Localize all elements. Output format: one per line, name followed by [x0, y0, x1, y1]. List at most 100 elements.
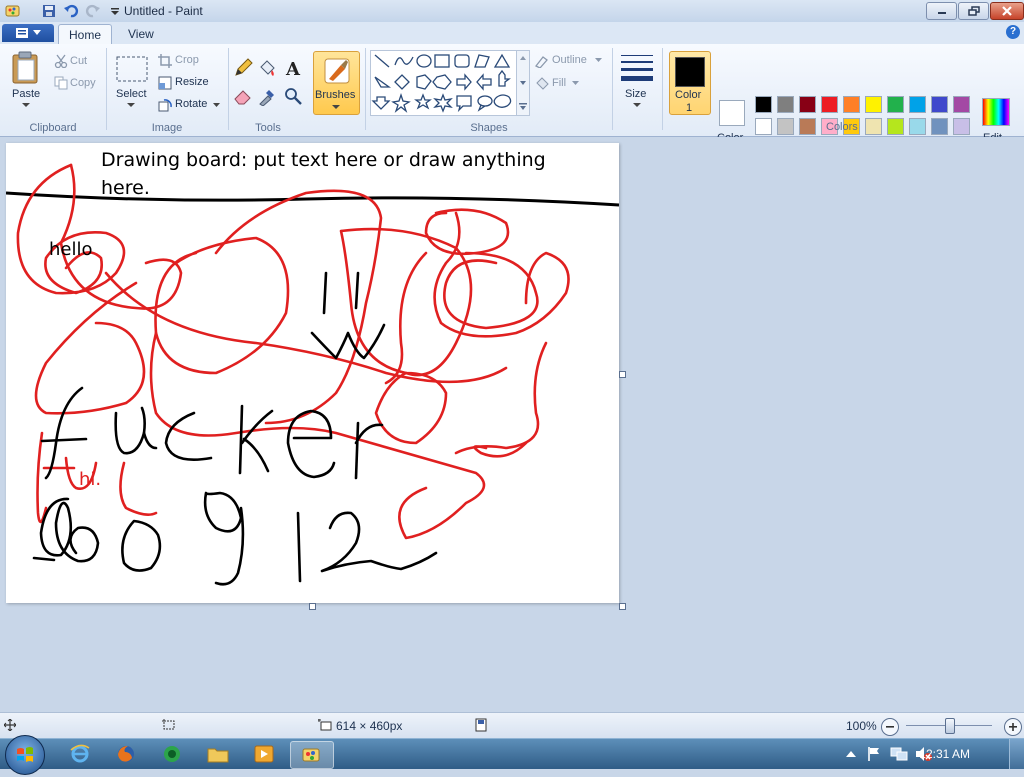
resize-label[interactable]: Resize [175, 76, 209, 88]
select-dropdown-icon[interactable] [127, 103, 135, 108]
palette-swatch[interactable] [887, 96, 904, 113]
show-hidden-icons[interactable] [846, 750, 856, 758]
select-icon[interactable] [116, 56, 148, 85]
action-center-flag-icon[interactable] [866, 746, 882, 762]
rainbow-icon [982, 98, 1010, 126]
resize-handle-right[interactable] [619, 371, 626, 378]
resize-icon[interactable] [158, 76, 172, 93]
fill-bucket-icon[interactable] [257, 58, 277, 81]
brushes-button[interactable]: Brushes [313, 51, 360, 115]
paste-button[interactable] [10, 50, 42, 89]
fill-icon[interactable] [534, 76, 550, 93]
ribbon-tab-row: Home View ? [0, 22, 1024, 45]
palette-swatch[interactable] [755, 96, 772, 113]
palette-swatch[interactable] [931, 118, 948, 135]
qat-separator [26, 2, 36, 20]
start-button[interactable] [5, 735, 45, 775]
palette-swatch[interactable] [909, 118, 926, 135]
text-tool-icon[interactable]: A [283, 58, 303, 81]
cut-label: Cut [70, 55, 88, 67]
color1-button[interactable]: Color 1 [669, 51, 711, 115]
resize-handle-corner[interactable] [619, 603, 626, 610]
cut-icon[interactable] [54, 54, 68, 71]
shapes-group: Outline Fill Shapes [366, 44, 612, 136]
color-picker-icon[interactable] [257, 86, 277, 109]
paint-menu-button[interactable] [2, 24, 54, 42]
palette-swatch[interactable] [821, 96, 838, 113]
internet-explorer-icon[interactable] [68, 743, 92, 765]
help-icon[interactable]: ? [1006, 25, 1020, 39]
paste-label: Paste [12, 88, 41, 100]
minimize-button[interactable] [926, 2, 957, 20]
palette-swatch[interactable] [887, 118, 904, 135]
clipboard-group-label: Clipboard [29, 122, 77, 134]
canvas-drawing [6, 163, 619, 586]
pencil-icon[interactable] [233, 58, 253, 81]
palette-swatch[interactable] [799, 118, 816, 135]
outline-icon[interactable] [534, 54, 550, 71]
media-player-icon[interactable] [252, 743, 276, 765]
undo-icon[interactable] [62, 2, 80, 20]
canvas-text-hello: hello [49, 239, 93, 260]
taskbar-paint-button[interactable] [290, 741, 334, 769]
image-group: Select Crop Resize Rotate Image [107, 44, 227, 136]
palette-swatch[interactable] [953, 118, 970, 135]
canvas-text-hi: hi. [79, 469, 102, 490]
crop-icon[interactable] [158, 54, 172, 71]
file-explorer-icon[interactable] [206, 743, 230, 765]
copy-label: Copy [70, 77, 96, 89]
palette-swatch[interactable] [755, 118, 772, 135]
palette-swatch[interactable] [865, 96, 882, 113]
quick-access-toolbar [4, 2, 124, 20]
paste-dropdown-icon[interactable] [22, 103, 30, 108]
rotate-dropdown-icon[interactable] [213, 103, 220, 108]
close-button[interactable] [990, 2, 1024, 20]
redo-icon[interactable] [84, 2, 102, 20]
palette-swatch[interactable] [909, 96, 926, 113]
size-dropdown-icon [633, 103, 641, 107]
save-icon[interactable] [40, 2, 58, 20]
windows-logo-icon [17, 747, 33, 762]
resize-handle-bottom[interactable] [309, 603, 316, 610]
copy-icon[interactable] [54, 76, 68, 93]
shapes-gallery[interactable] [370, 50, 518, 116]
customize-qat-icon[interactable] [106, 2, 124, 20]
zoom-level: 100% [846, 719, 877, 733]
network-icon[interactable] [890, 746, 908, 762]
select-label[interactable]: Select [116, 88, 147, 100]
palette-swatch[interactable] [843, 96, 860, 113]
fill-label: Fill [552, 77, 567, 89]
zoom-out-button[interactable] [881, 718, 899, 736]
crop-label: Crop [175, 54, 199, 66]
magnifier-icon[interactable] [283, 86, 303, 109]
shapes-gallery-scroll[interactable] [516, 50, 530, 116]
palette-swatch[interactable] [953, 96, 970, 113]
tab-view[interactable]: View [118, 24, 164, 44]
tools-group: A Tools [229, 44, 307, 136]
eraser-icon[interactable] [233, 86, 253, 109]
zoom-slider-thumb[interactable] [945, 718, 955, 734]
palette-swatch[interactable] [865, 118, 882, 135]
outline-dropdown-icon [595, 58, 602, 62]
media-center-icon[interactable] [160, 743, 184, 765]
show-desktop-button[interactable] [1009, 739, 1024, 769]
fill-dropdown-icon [572, 81, 579, 85]
color2-preview [719, 100, 745, 126]
taskbar-clock[interactable]: 12:31 AM [919, 747, 970, 761]
tools-group-label: Tools [255, 122, 281, 134]
restore-button[interactable] [958, 2, 989, 20]
drawing-canvas[interactable]: Drawing board: put text here or draw any… [6, 143, 619, 603]
paint-app-icon[interactable] [4, 2, 22, 20]
size-group[interactable]: Size [613, 44, 661, 136]
rotate-label[interactable]: Rotate [175, 98, 207, 110]
zoom-in-button[interactable] [1004, 718, 1022, 736]
palette-swatch[interactable] [931, 96, 948, 113]
title-bar: Untitled - Paint [0, 0, 1024, 23]
canvas-heading-line1: Drawing board: put text here or draw any… [101, 149, 546, 171]
palette-swatch[interactable] [777, 96, 794, 113]
palette-swatch[interactable] [777, 118, 794, 135]
firefox-icon[interactable] [114, 743, 138, 765]
palette-swatch[interactable] [799, 96, 816, 113]
rotate-icon[interactable] [158, 98, 172, 115]
tab-home[interactable]: Home [58, 24, 113, 45]
